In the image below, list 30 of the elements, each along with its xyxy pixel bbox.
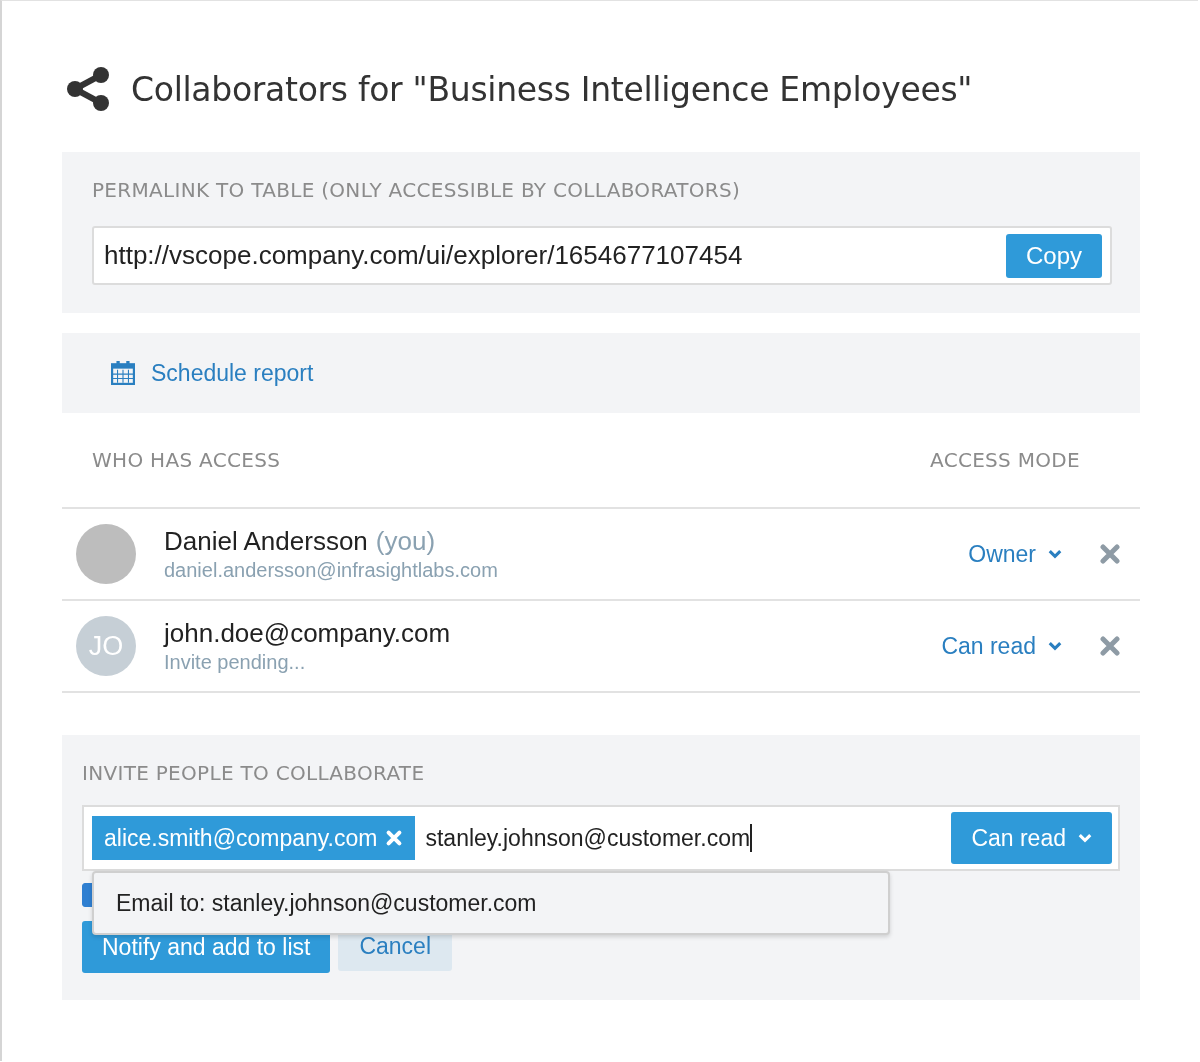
email-suggestion-menu[interactable]: Email to: stanley.johnson@customer.com	[92, 871, 890, 935]
remove-icon[interactable]	[1100, 544, 1120, 564]
section-heading: INVITE PEOPLE TO COLLABORATE	[82, 761, 426, 785]
avatar-initials: JO	[76, 616, 136, 676]
copy-button[interactable]: Copy	[1005, 233, 1102, 278]
share-icon	[65, 66, 111, 112]
avatar-photo-placeholder	[76, 524, 136, 584]
typed-email: stanley.johnson@customer.com	[425, 824, 751, 852]
chevron-down-icon	[1078, 833, 1092, 843]
section-heading: PERMALINK TO TABLE (ONLY ACCESSIBLE BY COLLABORATORS)	[92, 178, 742, 202]
access-mode-dropdown[interactable]: Can read	[951, 812, 1112, 864]
person-name: john.doe@company.com	[164, 618, 451, 648]
dialog-title: Collaborators for "Business Intelligence Employees"	[131, 69, 973, 109]
chevron-down-icon	[1048, 549, 1062, 559]
person-name: Daniel Andersson	[164, 526, 368, 556]
chevron-down-icon	[1048, 641, 1062, 651]
schedule-report-link[interactable]: Schedule report	[151, 359, 314, 387]
remove-icon[interactable]	[1100, 636, 1120, 656]
person-subtitle: Invite pending...	[164, 651, 307, 674]
column-header: ACCESS MODE	[930, 448, 1080, 472]
access-mode-dropdown[interactable]: Can read	[941, 632, 1062, 660]
permalink-field[interactable]: http://vscope.company.com/ui/explorer/1654677107454 Copy	[92, 226, 1112, 285]
remove-icon[interactable]	[385, 829, 404, 847]
access-mode-dropdown[interactable]: Owner	[968, 540, 1062, 568]
invite-field[interactable]: alice.smith@company.com stanley.johnson@customer.com Can read	[82, 805, 1120, 871]
column-header: WHO HAS ACCESS	[92, 448, 281, 472]
person-subtitle: daniel.andersson@infrasightlabs.com	[164, 559, 499, 582]
email-tag[interactable]: alice.smith@company.com	[92, 816, 416, 860]
calendar-icon	[111, 361, 135, 385]
you-label: (you)	[375, 526, 436, 556]
